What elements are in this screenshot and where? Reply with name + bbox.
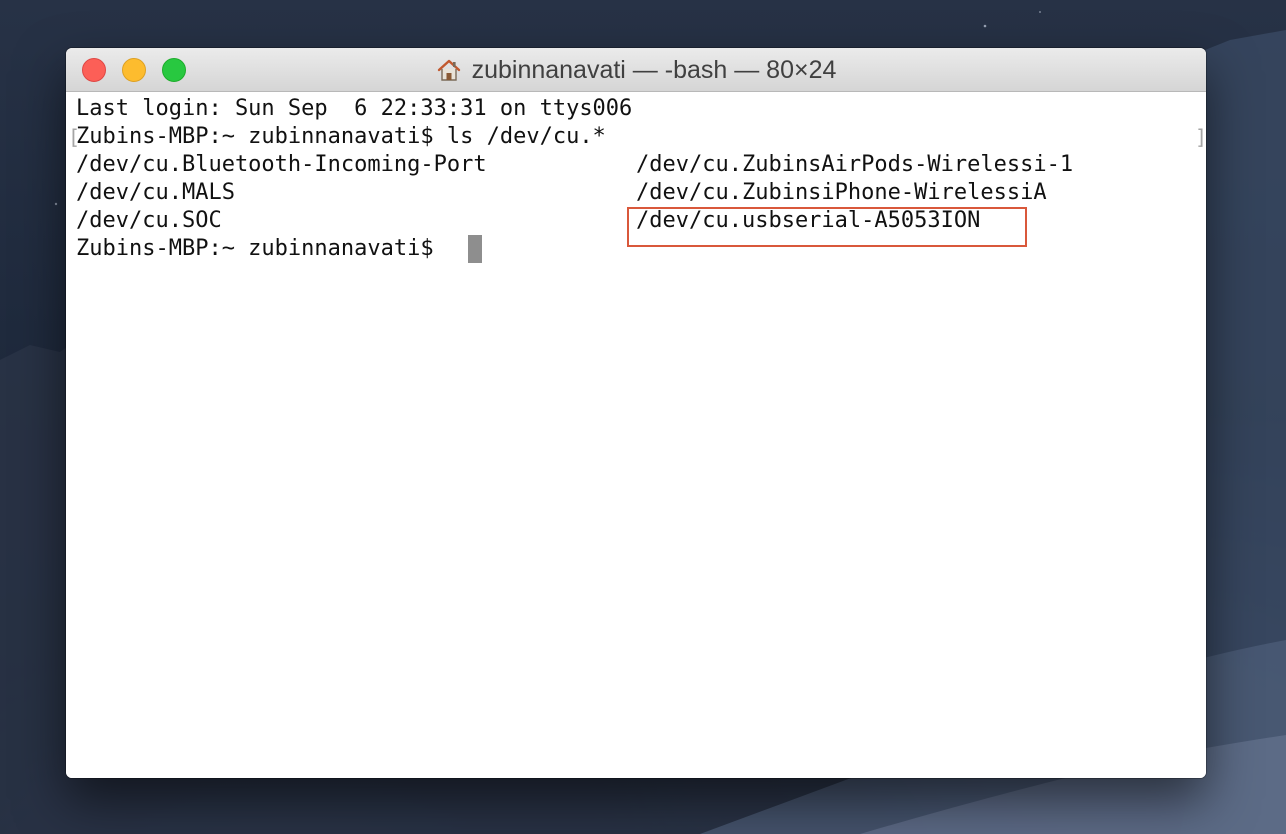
login-line: Last login: Sun Sep 6 22:33:31 on ttys00…	[76, 96, 633, 121]
listing-entry: /dev/cu.ZubinsAirPods-Wirelessi-1	[636, 152, 1074, 177]
window-title: zubinnanavati — -bash — 80×24	[66, 48, 1206, 92]
window-title-text: zubinnanavati — -bash — 80×24	[471, 55, 837, 84]
terminal-window[interactable]: zubinnanavati — -bash — 80×24 [ ] Last l…	[66, 48, 1206, 778]
prompt-line: Zubins-MBP:~ zubinnanavati$	[76, 236, 434, 261]
home-icon	[436, 57, 462, 83]
mark-bracket-right: ]	[1195, 125, 1206, 149]
text-cursor[interactable]	[468, 235, 482, 263]
listing-entry: /dev/cu.MALS	[76, 180, 235, 205]
title-bar[interactable]: zubinnanavati — -bash — 80×24	[66, 48, 1206, 92]
listing-entry: /dev/cu.Bluetooth-Incoming-Port	[76, 152, 487, 177]
listing-entry: /dev/cu.SOC	[76, 208, 222, 233]
listing-entry: /dev/cu.ZubinsiPhone-WirelessiA	[636, 180, 1047, 205]
highlight-box	[627, 207, 1027, 247]
terminal-content[interactable]: [ ] Last login: Sun Sep 6 22:33:31 on tt…	[66, 92, 1206, 778]
command-line: Zubins-MBP:~ zubinnanavati$ ls /dev/cu.*	[76, 124, 606, 149]
